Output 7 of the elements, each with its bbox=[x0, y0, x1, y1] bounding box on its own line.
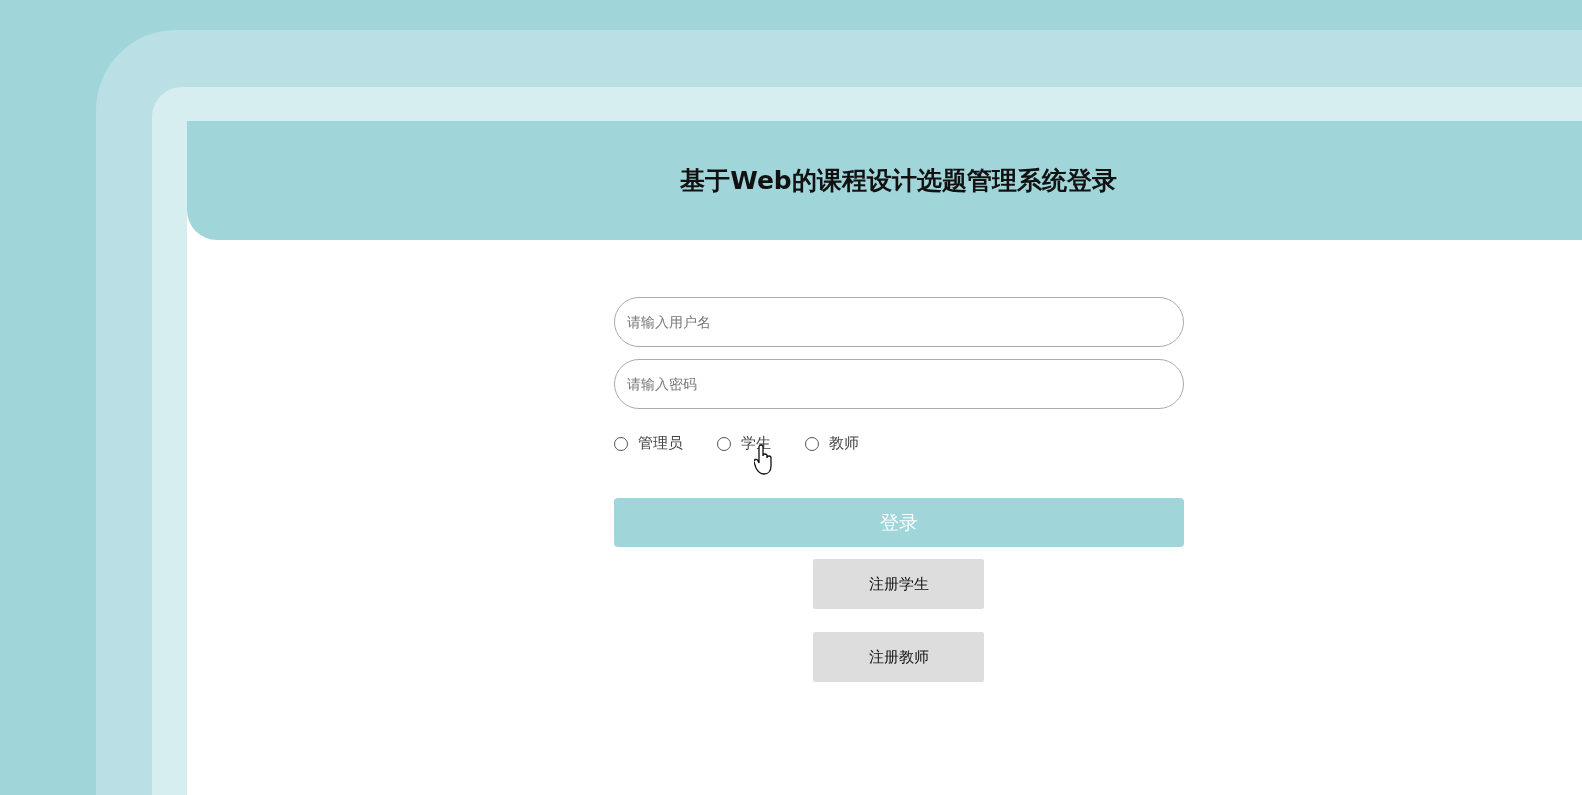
register-button[interactable]: 注册教师 bbox=[813, 632, 984, 682]
password-field[interactable]: 请输入密码 bbox=[613, 359, 1184, 409]
page-title: 基于Web的课程设计选题管理系统登录 bbox=[680, 165, 1117, 197]
register-button[interactable]: 注册学生 bbox=[813, 559, 984, 609]
username-field[interactable]: 请输入用户名 bbox=[613, 297, 1184, 347]
role-radio[interactable]: 教师 bbox=[804, 434, 859, 453]
role-radio[interactable]: 管理员 bbox=[613, 434, 683, 453]
